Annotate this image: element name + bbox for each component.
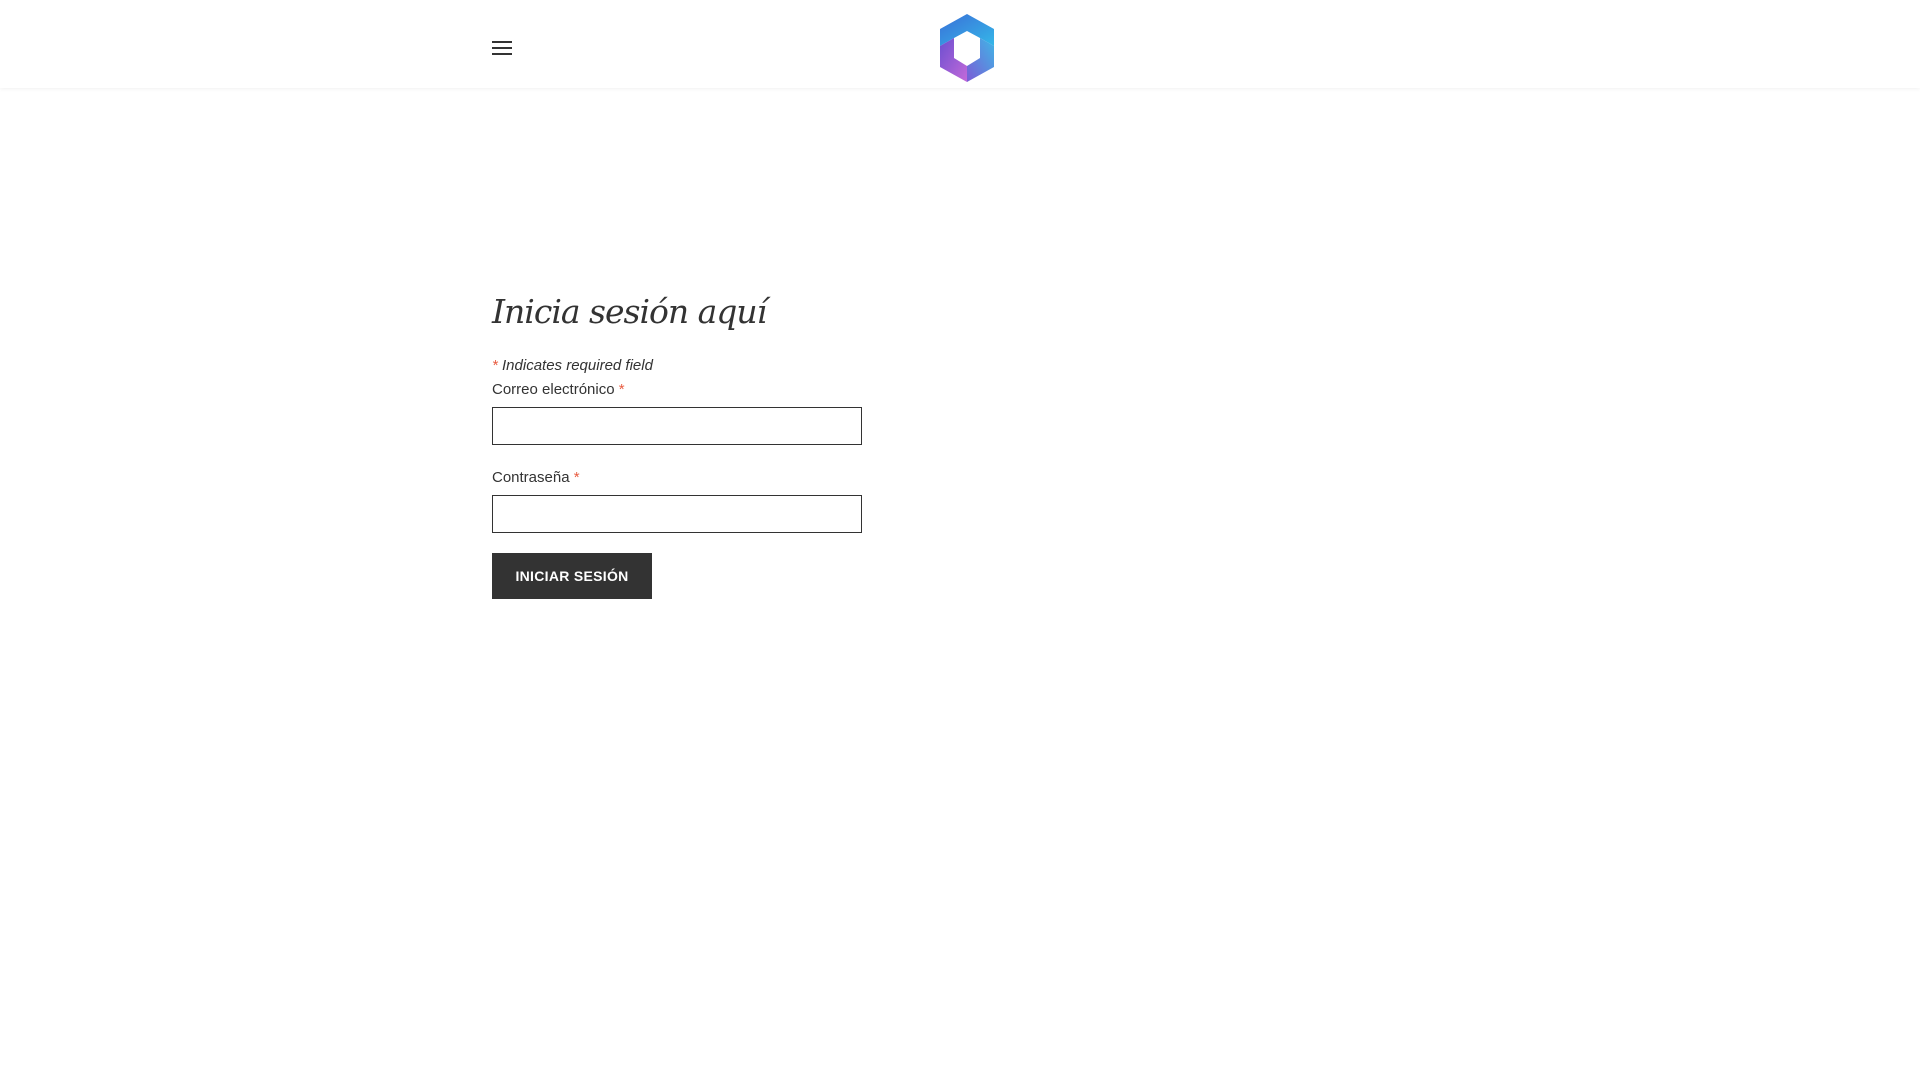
- login-form-section: Inicia sesión aquí * Indicates required …: [492, 290, 1092, 599]
- sign-in-button[interactable]: INICIAR SESIÓN: [492, 553, 652, 599]
- required-field-note: * Indicates required field: [492, 356, 1092, 376]
- email-label: Correo electrónico *: [492, 380, 1092, 400]
- password-required-asterisk: *: [573, 469, 580, 486]
- page-title: Inicia sesión aquí: [492, 292, 767, 331]
- required-note-text: Indicates required field: [502, 357, 653, 374]
- email-field[interactable]: [492, 407, 862, 445]
- password-label-text: Contraseña: [492, 469, 570, 486]
- required-asterisk: *: [492, 357, 498, 374]
- email-label-text: Correo electrónico: [492, 381, 615, 398]
- hamburger-menu-icon[interactable]: [488, 36, 516, 60]
- site-header: [0, 0, 1920, 88]
- email-required-asterisk: *: [618, 381, 625, 398]
- password-label: Contraseña *: [492, 468, 1092, 488]
- microsoft-365-logo[interactable]: [934, 12, 1000, 84]
- password-field[interactable]: [492, 495, 862, 533]
